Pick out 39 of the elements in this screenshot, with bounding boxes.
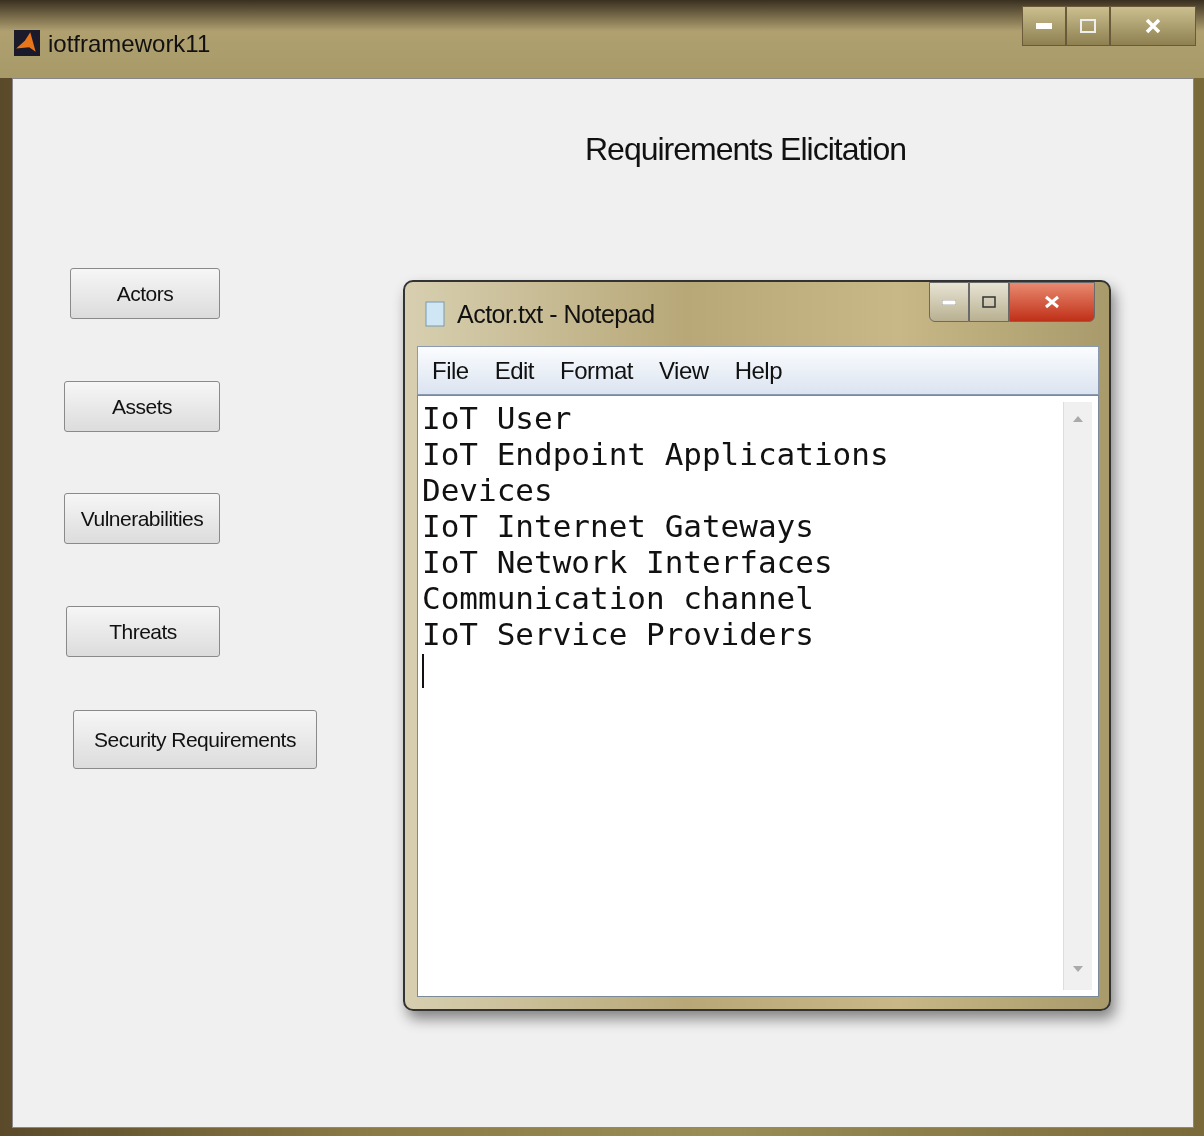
text-line: IoT Service Providers bbox=[422, 616, 815, 652]
notepad-title: Actor.txt - Notepad bbox=[457, 299, 655, 329]
close-icon bbox=[1145, 18, 1161, 34]
text-line: IoT Endpoint Applications bbox=[422, 436, 890, 472]
action-button[interactable]: Actors bbox=[70, 268, 220, 319]
text-line: IoT Network Interfaces bbox=[422, 544, 834, 580]
close-button[interactable] bbox=[1110, 6, 1196, 46]
maximize-button[interactable] bbox=[969, 282, 1009, 322]
notepad-icon bbox=[425, 301, 445, 327]
text-line: Communication channel bbox=[422, 580, 815, 616]
text-line: IoT User bbox=[422, 400, 573, 436]
menu-item[interactable]: Format bbox=[560, 356, 634, 385]
maximize-icon bbox=[982, 296, 996, 308]
action-button[interactable]: Vulnerabilities bbox=[64, 493, 220, 544]
menu-item[interactable]: Help bbox=[734, 356, 782, 385]
minimize-icon bbox=[1036, 23, 1052, 29]
minimize-button[interactable] bbox=[929, 282, 969, 322]
text-line: IoT Internet Gateways bbox=[422, 508, 815, 544]
maximize-button[interactable] bbox=[1066, 6, 1110, 46]
close-icon bbox=[1044, 295, 1060, 309]
scroll-down-icon bbox=[1073, 966, 1083, 972]
page-heading: Requirements Elicitation bbox=[585, 131, 907, 168]
minimize-button[interactable] bbox=[1022, 6, 1066, 46]
menu-item[interactable]: File bbox=[432, 356, 469, 385]
scrollbar[interactable] bbox=[1063, 402, 1092, 990]
close-button[interactable] bbox=[1009, 282, 1095, 322]
text-editor[interactable]: IoT User IoT Endpoint Applications Devices IoT Internet Gateways IoT Network Interfaces Communication channel IoT Service Providers bbox=[417, 395, 1099, 997]
window-title: iotframework11 bbox=[48, 30, 211, 58]
text-cursor bbox=[422, 654, 424, 688]
action-button[interactable]: Threats bbox=[66, 606, 220, 657]
maximize-icon bbox=[1080, 19, 1096, 33]
app-icon bbox=[14, 30, 40, 56]
action-button[interactable]: Security Requirements bbox=[73, 710, 317, 769]
action-button[interactable]: Assets bbox=[64, 381, 220, 432]
menu-item[interactable]: Edit bbox=[494, 356, 535, 385]
minimize-icon bbox=[942, 299, 956, 305]
scroll-up-icon bbox=[1073, 416, 1083, 422]
text-line: Devices bbox=[422, 472, 554, 508]
menu-item[interactable]: View bbox=[659, 356, 709, 385]
